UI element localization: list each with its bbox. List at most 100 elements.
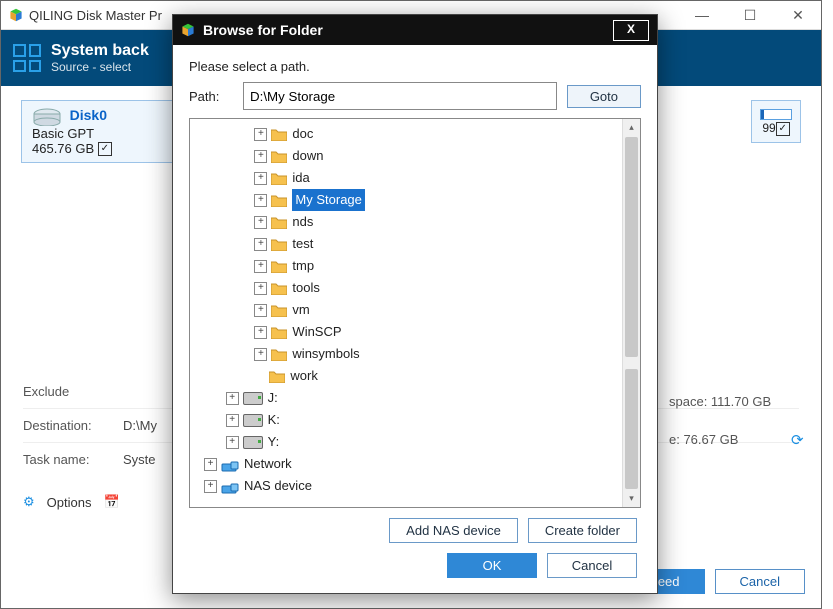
close-button[interactable]: ✕ xyxy=(783,7,813,24)
tree-drive[interactable]: + Y: xyxy=(200,431,640,453)
tree-drive-label: J: xyxy=(268,387,278,409)
tree-folder[interactable]: + tmp xyxy=(200,255,640,277)
expand-icon[interactable]: + xyxy=(254,216,267,229)
folder-icon xyxy=(271,260,287,273)
gear-icon[interactable]: ⚙ xyxy=(23,494,35,510)
tree-folder[interactable]: work xyxy=(200,365,640,387)
maximize-button[interactable]: ☐ xyxy=(735,7,765,24)
tree-drive-label: K: xyxy=(268,409,280,431)
dialog-cancel-button[interactable]: Cancel xyxy=(547,553,637,578)
expand-icon[interactable]: + xyxy=(254,260,267,273)
cancel-button[interactable]: Cancel xyxy=(715,569,805,594)
tree-folder[interactable]: + vm xyxy=(200,299,640,321)
expand-icon[interactable]: + xyxy=(226,414,239,427)
expand-icon[interactable]: + xyxy=(254,128,267,141)
refresh-icon[interactable]: ⟳ xyxy=(791,431,804,449)
network-icon xyxy=(221,480,239,492)
expand-icon[interactable]: + xyxy=(254,304,267,317)
drive-icon xyxy=(243,414,263,427)
tree-folder-label: down xyxy=(292,145,323,167)
expand-icon[interactable]: + xyxy=(254,282,267,295)
dialog-title: Browse for Folder xyxy=(203,22,323,38)
tree-folder[interactable]: + winsymbols xyxy=(200,343,640,365)
dialog-title-bar: Browse for Folder X xyxy=(173,15,657,45)
tree-root-label: Network xyxy=(244,453,292,475)
free-space-a: space: 111.70 GB xyxy=(669,394,771,409)
expand-icon[interactable]: + xyxy=(204,458,217,471)
folder-icon xyxy=(269,370,285,383)
scroll-down-icon[interactable]: ▾ xyxy=(623,490,640,507)
tree-folder[interactable]: +nds xyxy=(200,211,640,233)
scroll-thumb[interactable] xyxy=(625,137,638,357)
expand-icon[interactable]: + xyxy=(254,150,267,163)
folder-icon xyxy=(271,150,287,163)
browse-folder-dialog: Browse for Folder X Please select a path… xyxy=(172,14,658,594)
tree-folder[interactable]: + WinSCP xyxy=(200,321,640,343)
folder-icon xyxy=(271,326,287,339)
tree-folder-label: tmp xyxy=(292,255,314,277)
expand-icon[interactable]: + xyxy=(226,392,239,405)
folder-icon xyxy=(271,172,287,185)
disk-checkbox[interactable]: ✓ xyxy=(98,142,112,156)
path-input[interactable] xyxy=(243,82,557,110)
folder-icon xyxy=(271,238,287,251)
page-subtitle: Source - select xyxy=(51,60,149,74)
tree-drive[interactable]: + K: xyxy=(200,409,640,431)
path-label: Path: xyxy=(189,89,233,104)
tree-drive-label: Y: xyxy=(268,431,280,453)
grid-icon xyxy=(13,44,41,72)
dialog-ok-button[interactable]: OK xyxy=(447,553,537,578)
taskname-value: Syste xyxy=(123,452,156,467)
partition-2[interactable]: 99✓ xyxy=(751,100,801,143)
tree-folder[interactable]: + ida xyxy=(200,167,640,189)
tree-drive[interactable]: + J: xyxy=(200,387,640,409)
add-nas-button[interactable]: Add NAS device xyxy=(389,518,518,543)
hdd-icon xyxy=(32,108,62,126)
folder-icon xyxy=(271,304,287,317)
goto-button[interactable]: Goto xyxy=(567,85,641,108)
tree-root[interactable]: +NAS device xyxy=(200,475,640,497)
scroll-up-icon[interactable]: ▴ xyxy=(623,119,640,136)
dialog-close-button[interactable]: X xyxy=(613,20,649,41)
tree-folder-label: My Storage xyxy=(292,189,364,211)
schedule-icon[interactable]: 📅 xyxy=(103,494,119,510)
folder-tree[interactable]: +doc + down + ida + My Storage +nds + test +… xyxy=(189,118,641,508)
usage-bar-icon xyxy=(760,109,792,120)
minimize-button[interactable]: — xyxy=(687,7,717,24)
tree-root[interactable]: + Network xyxy=(200,453,640,475)
app-title: QILING Disk Master Pr xyxy=(29,8,162,23)
expand-icon[interactable]: + xyxy=(254,348,267,361)
tree-folder[interactable]: + My Storage xyxy=(200,189,640,211)
tree-folder[interactable]: + down xyxy=(200,145,640,167)
tree-folder-label: vm xyxy=(292,299,309,321)
folder-icon xyxy=(271,194,287,207)
exclude-label: Exclude xyxy=(23,384,123,399)
create-folder-button[interactable]: Create folder xyxy=(528,518,637,543)
disk-name: Disk0 xyxy=(70,107,107,123)
drive-icon xyxy=(243,392,263,405)
tree-folder[interactable]: +doc xyxy=(200,123,640,145)
tree-folder[interactable]: +tools xyxy=(200,277,640,299)
tree-folder-label: test xyxy=(292,233,313,255)
tree-folder-label: winsymbols xyxy=(292,343,359,365)
network-icon xyxy=(221,458,239,470)
disk-size: 465.76 GB xyxy=(32,141,94,156)
expand-icon[interactable]: + xyxy=(254,326,267,339)
expand-icon[interactable]: + xyxy=(254,238,267,251)
partition-2-checkbox[interactable]: ✓ xyxy=(776,122,790,136)
disk-summary[interactable]: Disk0 Basic GPT 465.76 GB ✓ xyxy=(21,100,173,163)
partition-2-label: 99 xyxy=(762,121,775,135)
tree-folder-label: WinSCP xyxy=(292,321,341,343)
folder-icon xyxy=(271,282,287,295)
expand-icon[interactable]: + xyxy=(254,172,267,185)
expand-icon[interactable]: + xyxy=(204,480,217,493)
expand-icon[interactable]: + xyxy=(254,194,267,207)
dialog-logo-icon xyxy=(181,23,195,37)
options-link[interactable]: Options xyxy=(47,495,92,510)
expand-icon[interactable]: + xyxy=(226,436,239,449)
tree-folder[interactable]: + test xyxy=(200,233,640,255)
disk-type: Basic GPT xyxy=(32,126,94,141)
scroll-thumb[interactable] xyxy=(625,369,638,489)
tree-scrollbar[interactable]: ▴ ▾ xyxy=(622,119,640,507)
tree-folder-label: ida xyxy=(292,167,309,189)
